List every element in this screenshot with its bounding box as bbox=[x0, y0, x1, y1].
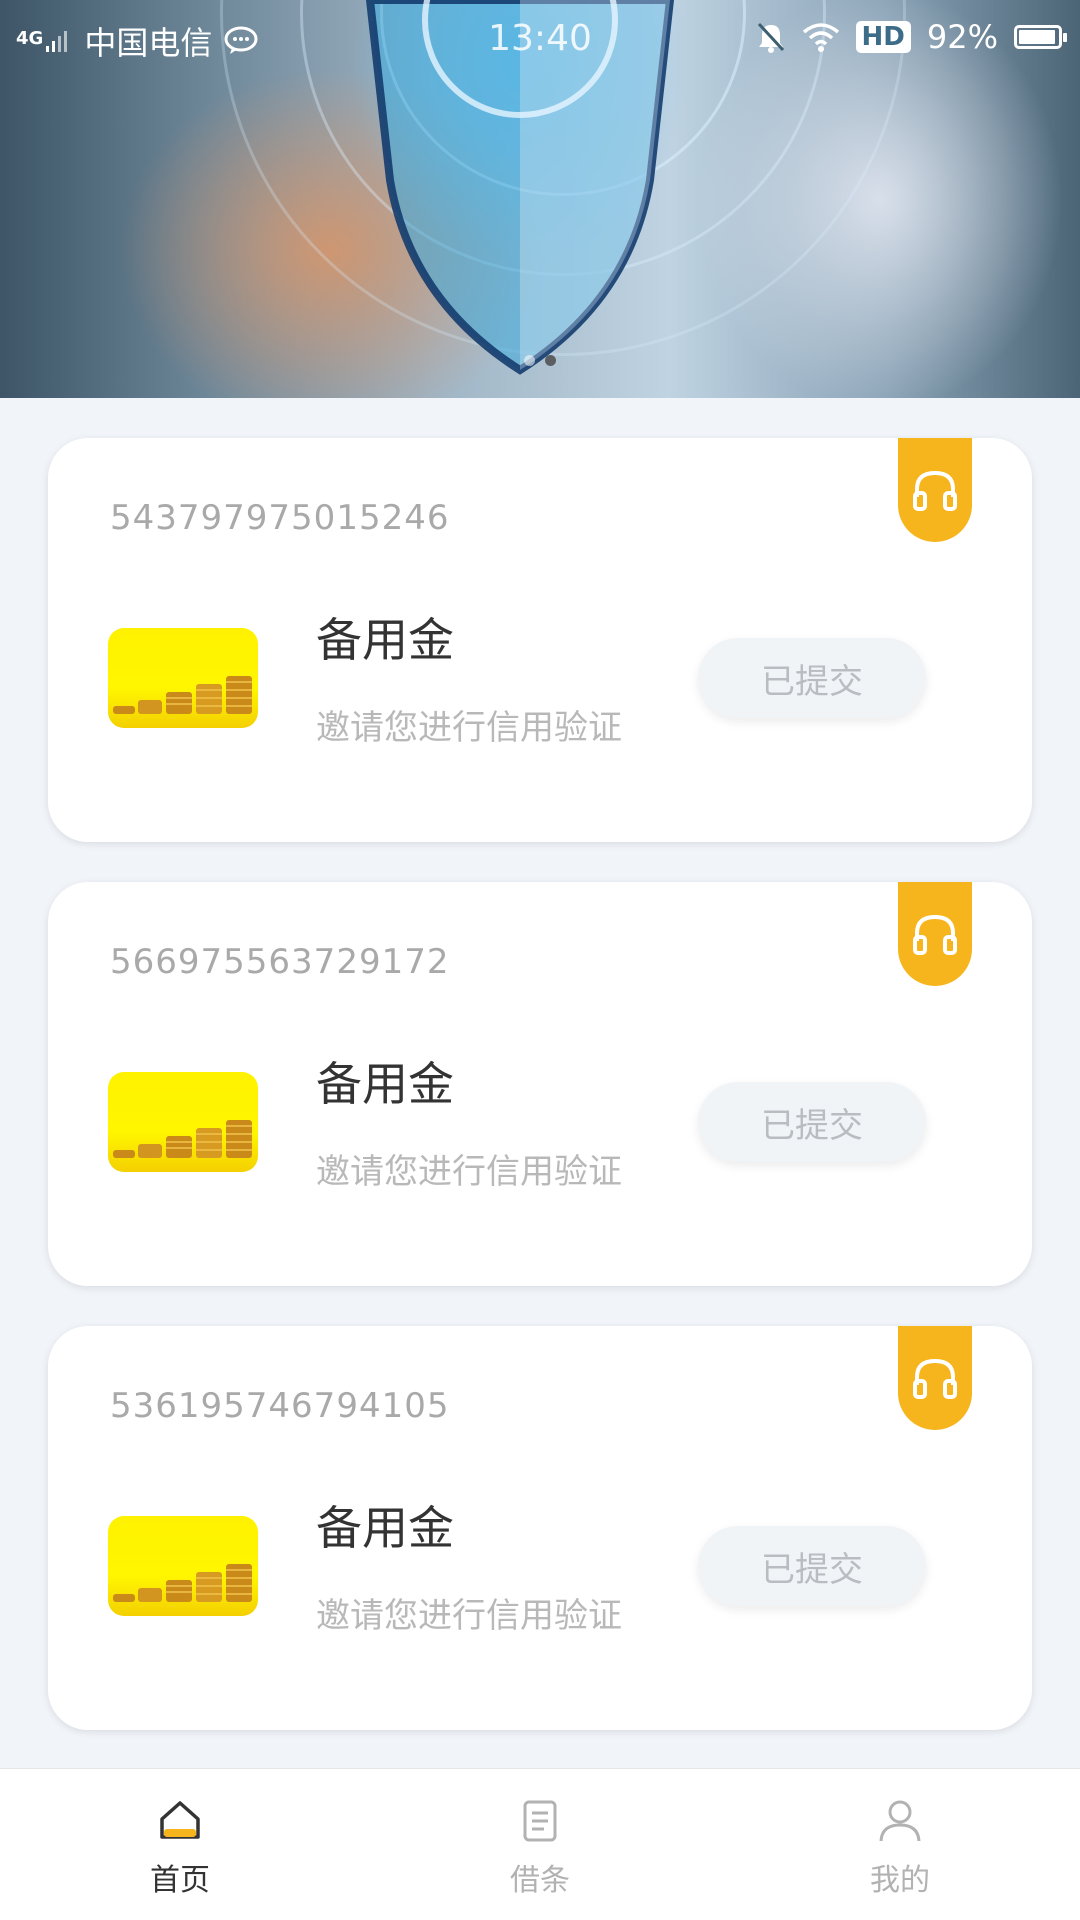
headphones-icon bbox=[913, 914, 957, 955]
status-bar: 4G 中国电信 13:40 HD 92% bbox=[0, 0, 1080, 76]
loan-card[interactable]: 536195746794105 备用金 邀请您进行信用验证 已提交 bbox=[48, 1326, 1032, 1730]
customer-service-button[interactable] bbox=[898, 1326, 972, 1430]
coin-stack-icon bbox=[108, 1516, 258, 1616]
customer-service-button[interactable] bbox=[898, 438, 972, 542]
product-description: 邀请您进行信用验证 bbox=[316, 1596, 622, 1636]
carousel-dot[interactable] bbox=[524, 355, 535, 366]
card-number: 566975563729172 bbox=[110, 942, 450, 982]
loan-card[interactable]: 566975563729172 备用金 邀请您进行信用验证 已提交 bbox=[48, 882, 1032, 1286]
headphones-icon bbox=[913, 470, 957, 511]
submitted-button[interactable]: 已提交 bbox=[698, 1526, 926, 1606]
bell-muted-icon bbox=[757, 22, 784, 53]
coin-stack-icon bbox=[108, 1072, 258, 1172]
carousel-dot-active[interactable] bbox=[545, 355, 556, 366]
product-description: 邀请您进行信用验证 bbox=[316, 1152, 622, 1192]
person-icon bbox=[879, 1800, 921, 1842]
coin-stack-icon bbox=[108, 628, 258, 728]
product-title: 备用金 bbox=[316, 1057, 454, 1111]
app-screen: 4G 中国电信 13:40 HD 92% 543797975015246 备用金… bbox=[0, 0, 1080, 1920]
tab-profile[interactable]: 我的 bbox=[800, 1769, 1000, 1920]
document-icon bbox=[523, 1800, 557, 1842]
tab-label: 借条 bbox=[510, 1863, 570, 1898]
battery-icon bbox=[1014, 25, 1067, 49]
battery-percent: 92% bbox=[926, 18, 998, 56]
product-title: 备用金 bbox=[316, 613, 454, 667]
customer-service-button[interactable] bbox=[898, 882, 972, 986]
tab-label: 首页 bbox=[150, 1863, 210, 1898]
product-title: 备用金 bbox=[316, 1501, 454, 1555]
carousel-indicator bbox=[0, 355, 1080, 366]
submitted-button[interactable]: 已提交 bbox=[698, 1082, 926, 1162]
loan-card[interactable]: 543797975015246 备用金 邀请您进行信用验证 已提交 bbox=[48, 438, 1032, 842]
card-number: 543797975015246 bbox=[110, 498, 450, 538]
headphones-icon bbox=[913, 1358, 957, 1399]
bottom-tab-bar: 首页 借条 我的 bbox=[0, 1768, 1080, 1920]
wifi-icon bbox=[802, 23, 839, 52]
tab-loans[interactable]: 借条 bbox=[440, 1769, 640, 1920]
product-description: 邀请您进行信用验证 bbox=[316, 708, 622, 748]
submitted-button[interactable]: 已提交 bbox=[698, 638, 926, 718]
card-number: 536195746794105 bbox=[110, 1386, 450, 1426]
home-icon bbox=[160, 1801, 200, 1839]
hd-badge: HD bbox=[855, 21, 911, 53]
tab-label: 我的 bbox=[870, 1863, 930, 1898]
tab-home[interactable]: 首页 bbox=[80, 1769, 280, 1920]
